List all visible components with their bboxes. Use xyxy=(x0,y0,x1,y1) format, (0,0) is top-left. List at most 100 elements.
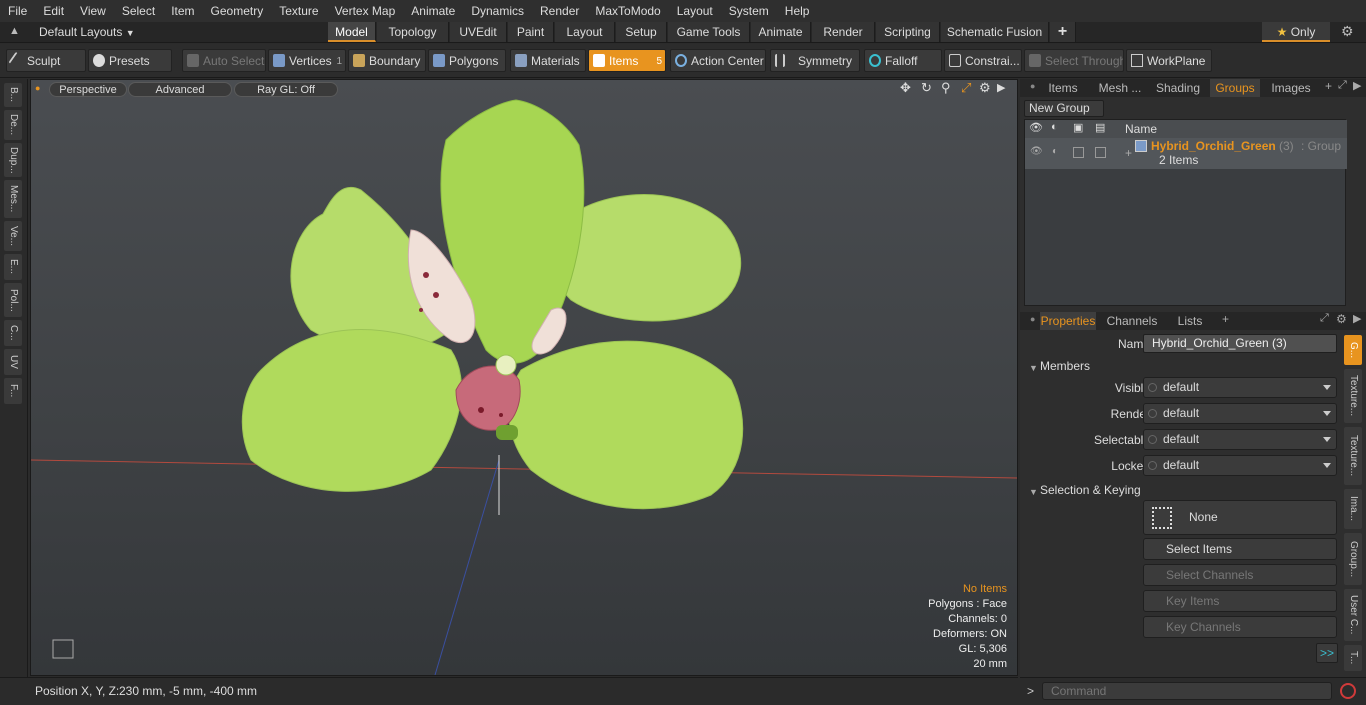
side-tab-group[interactable]: G... xyxy=(1344,335,1362,365)
menu-animate[interactable]: Animate xyxy=(403,0,463,22)
left-tab-fusion[interactable]: F... xyxy=(4,378,22,404)
menu-help[interactable]: Help xyxy=(777,0,818,22)
tab-animate[interactable]: Animate xyxy=(751,22,811,42)
render-icon[interactable]: ◐ xyxy=(1051,121,1058,133)
left-tab-curve[interactable]: C... xyxy=(4,320,22,346)
left-tab-deform[interactable]: De... xyxy=(4,110,22,140)
menu-item[interactable]: Item xyxy=(163,0,202,22)
menu-maxtomodo[interactable]: MaxToModo xyxy=(587,0,668,22)
left-tab-uv[interactable]: UV xyxy=(4,349,22,375)
left-tab-basic[interactable]: B... xyxy=(4,83,22,107)
menu-geometry[interactable]: Geometry xyxy=(203,0,272,22)
layout-up-icon[interactable]: ▲ xyxy=(9,25,20,37)
falloff-button[interactable]: Falloff xyxy=(864,49,942,72)
menu-render[interactable]: Render xyxy=(532,0,587,22)
select-through-button[interactable]: Select Through xyxy=(1024,49,1124,72)
menu-file[interactable]: File xyxy=(0,0,35,22)
tab-topology[interactable]: Topology xyxy=(377,22,449,42)
tab-groups[interactable]: Groups xyxy=(1210,79,1260,97)
more-icon[interactable]: ▶ xyxy=(1353,79,1361,92)
lock-icon[interactable]: ▣ xyxy=(1073,121,1083,134)
left-tab-mesh[interactable]: Mes... xyxy=(4,180,22,218)
tab-paint[interactable]: Paint xyxy=(508,22,554,42)
expand-icon[interactable]: ⤢ xyxy=(1338,79,1347,92)
tab-mesh[interactable]: Mesh ... xyxy=(1094,79,1146,97)
side-tab-user-channels[interactable]: User C... xyxy=(1344,589,1362,641)
3d-viewport[interactable]: ● Perspective Advanced Ray GL: Off ✥ ↻ ⚲… xyxy=(30,79,1018,676)
tab-model[interactable]: Model xyxy=(328,22,376,42)
record-icon[interactable] xyxy=(1340,683,1356,699)
row-lock-checkbox[interactable] xyxy=(1073,147,1084,158)
side-tab-t[interactable]: T... xyxy=(1344,645,1362,671)
command-input[interactable] xyxy=(1042,682,1332,700)
only-toggle[interactable]: ★ Only xyxy=(1262,22,1330,42)
tab-channels[interactable]: Channels xyxy=(1104,312,1160,330)
group-row[interactable]: 👁 ◐ + Hybrid_Orchid_Green (3) : Group 2 … xyxy=(1025,138,1347,169)
menu-dynamics[interactable]: Dynamics xyxy=(463,0,532,22)
constraints-button[interactable]: Constrai... xyxy=(944,49,1022,72)
row-select-checkbox[interactable] xyxy=(1095,147,1106,158)
vertices-button[interactable]: Vertices 1 xyxy=(268,49,346,72)
tab-game-tools[interactable]: Game Tools xyxy=(668,22,750,42)
locked-dropdown[interactable]: default xyxy=(1143,455,1337,476)
visible-dropdown[interactable]: default xyxy=(1143,377,1337,398)
eye-icon[interactable]: 👁 xyxy=(1029,121,1043,134)
symmetry-button[interactable]: Symmetry xyxy=(770,49,860,72)
key-items-button[interactable]: Key Items xyxy=(1143,590,1337,612)
select-items-button[interactable]: Select Items xyxy=(1143,538,1337,560)
select-channels-button[interactable]: Select Channels xyxy=(1143,564,1337,586)
properties-expand-icon[interactable]: ⤢ xyxy=(1320,312,1329,325)
polygons-button[interactable]: Polygons xyxy=(428,49,506,72)
menu-view[interactable]: View xyxy=(72,0,114,22)
expand-row-icon[interactable]: + xyxy=(1125,146,1132,160)
menu-texture[interactable]: Texture xyxy=(271,0,326,22)
sculpt-button[interactable]: Sculpt xyxy=(6,49,86,72)
tab-images[interactable]: Images xyxy=(1266,79,1316,97)
new-group-button[interactable]: New Group xyxy=(1024,100,1104,117)
materials-button[interactable]: Materials xyxy=(510,49,586,72)
menu-layout[interactable]: Layout xyxy=(669,0,721,22)
selection-collapse-icon[interactable]: ▼ xyxy=(1029,487,1038,497)
side-tab-texture-2[interactable]: Texture... xyxy=(1344,427,1362,485)
menu-vertex-map[interactable]: Vertex Map xyxy=(327,0,404,22)
gear-icon[interactable]: ⚙ xyxy=(1341,23,1354,40)
none-button[interactable]: None xyxy=(1143,500,1337,535)
row-eye-icon[interactable]: 👁 xyxy=(1030,146,1043,157)
action-center-button[interactable]: Action Center xyxy=(670,49,766,72)
menu-edit[interactable]: Edit xyxy=(35,0,72,22)
properties-gear-icon[interactable]: ⚙ xyxy=(1336,312,1347,326)
tab-properties[interactable]: Properties xyxy=(1040,312,1096,330)
menu-select[interactable]: Select xyxy=(114,0,163,22)
more-button[interactable]: >> xyxy=(1316,643,1338,663)
name-input[interactable]: Hybrid_Orchid_Green (3) xyxy=(1143,334,1337,353)
presets-button[interactable]: Presets xyxy=(88,49,172,72)
key-channels-button[interactable]: Key Channels xyxy=(1143,616,1337,638)
tab-setup[interactable]: Setup xyxy=(616,22,667,42)
side-tab-image[interactable]: Ima... xyxy=(1344,489,1362,529)
left-tab-edge[interactable]: E... xyxy=(4,254,22,280)
items-button[interactable]: Items 5 xyxy=(588,49,666,72)
auto-select-button[interactable]: Auto Select xyxy=(182,49,266,72)
side-tab-texture-1[interactable]: Texture... xyxy=(1344,369,1362,423)
tab-render[interactable]: Render xyxy=(812,22,875,42)
tab-lists[interactable]: Lists xyxy=(1166,312,1214,330)
tab-items[interactable]: Items xyxy=(1042,79,1084,97)
tab-shading[interactable]: Shading xyxy=(1152,79,1204,97)
tab-layout[interactable]: Layout xyxy=(555,22,615,42)
row-render-icon[interactable]: ◐ xyxy=(1052,146,1058,157)
tab-uvedit[interactable]: UVEdit xyxy=(450,22,507,42)
left-tab-vertex[interactable]: Ve... xyxy=(4,221,22,251)
workplane-button[interactable]: WorkPlane xyxy=(1126,49,1212,72)
boundary-button[interactable]: Boundary xyxy=(348,49,426,72)
selectable-dropdown[interactable]: default xyxy=(1143,429,1337,450)
add-properties-tab-icon[interactable]: + xyxy=(1222,312,1229,326)
left-tab-duplicate[interactable]: Dup... xyxy=(4,143,22,177)
select-icon[interactable]: ▤ xyxy=(1095,121,1105,134)
add-tab-icon[interactable]: + xyxy=(1325,79,1332,93)
left-tab-polygon[interactable]: Pol... xyxy=(4,283,22,317)
menu-system[interactable]: System xyxy=(721,0,777,22)
side-tab-group-2[interactable]: Group... xyxy=(1344,533,1362,585)
tab-schematic-fusion[interactable]: Schematic Fusion xyxy=(941,22,1049,42)
add-tab-icon[interactable]: + xyxy=(1050,22,1076,42)
members-collapse-icon[interactable]: ▼ xyxy=(1029,363,1038,373)
